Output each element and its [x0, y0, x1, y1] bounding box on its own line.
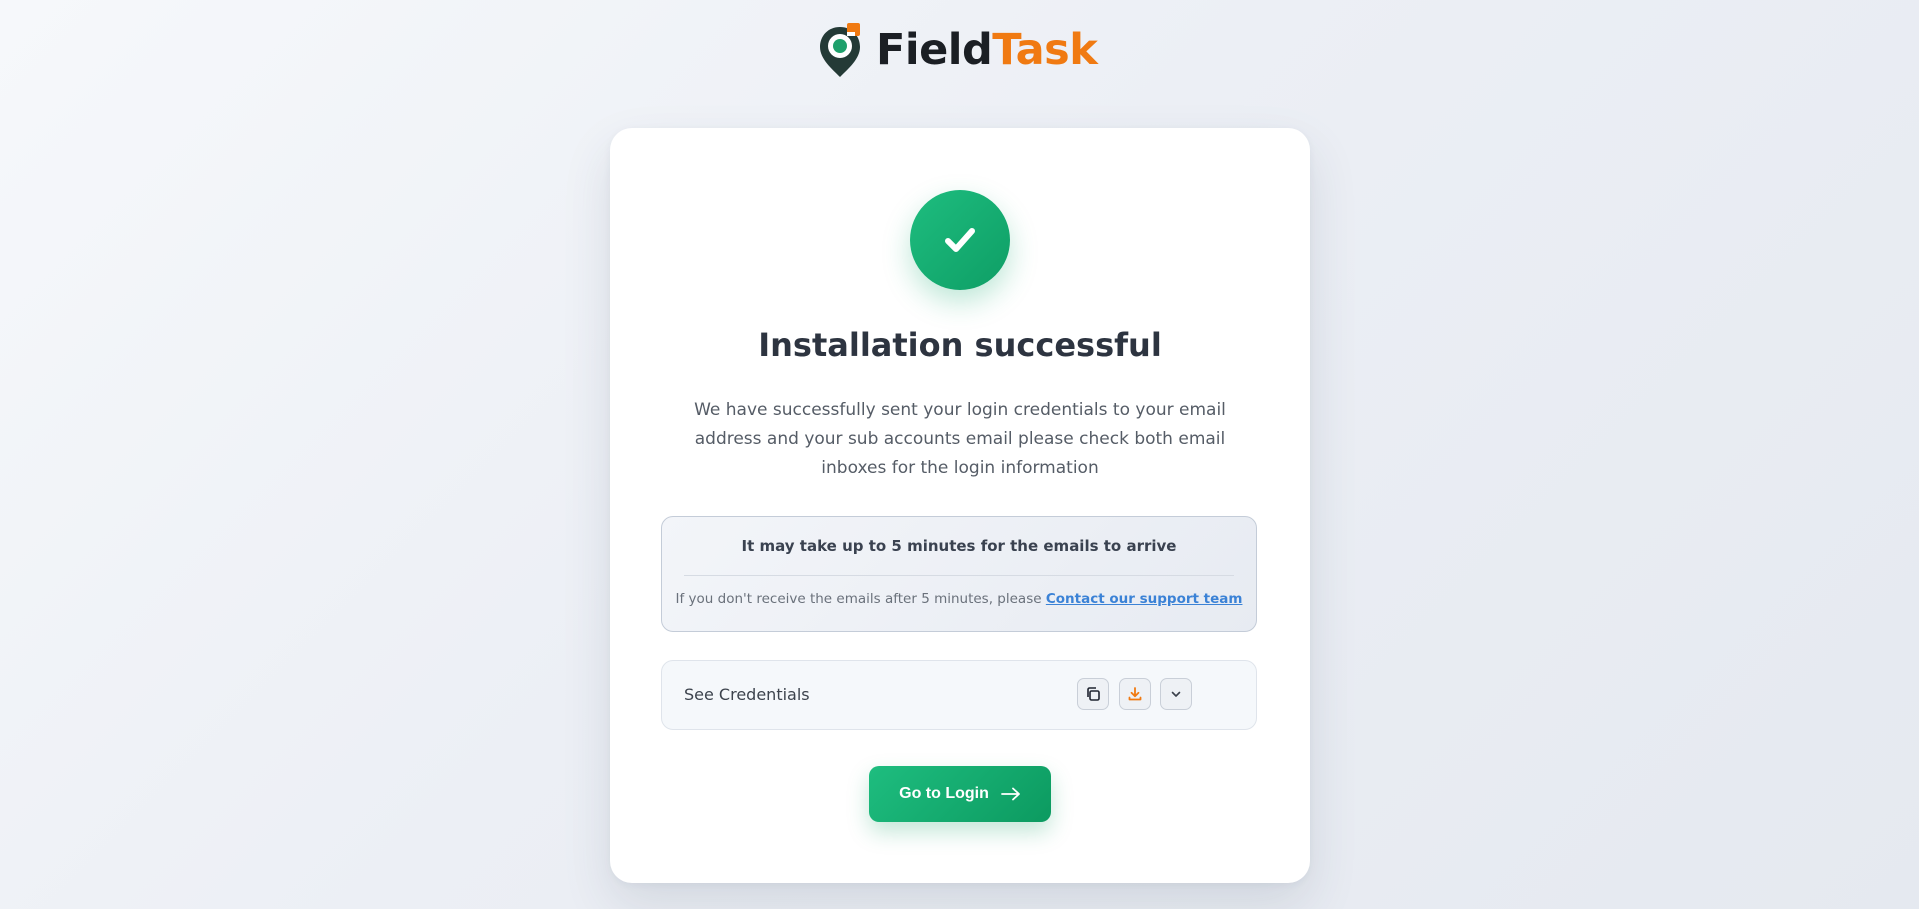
page-title: Installation successful — [758, 326, 1162, 364]
map-pin-logo-icon — [820, 23, 860, 77]
contact-support-link[interactable]: Contact our support team — [1046, 591, 1243, 607]
email-delay-notice: It may take up to 5 minutes for the emai… — [661, 516, 1257, 632]
chevron-down-icon — [1171, 691, 1181, 697]
go-to-login-label: Go to Login — [899, 785, 989, 802]
notice-divider — [684, 575, 1234, 576]
go-to-login-button[interactable]: Go to Login — [869, 766, 1051, 822]
success-card: Installation successful We have successf… — [610, 128, 1310, 883]
download-credentials-button[interactable] — [1119, 678, 1151, 710]
copy-credentials-button[interactable] — [1077, 678, 1109, 710]
expand-credentials-button[interactable] — [1160, 678, 1192, 710]
success-badge — [910, 190, 1010, 290]
brand-logo: FieldTask — [818, 20, 1098, 80]
credentials-panel[interactable]: See Credentials — [661, 660, 1257, 730]
brand-name-part2: Task — [992, 24, 1098, 75]
notice-subtext: If you don't receive the emails after 5 … — [662, 591, 1256, 607]
see-credentials-label: See Credentials — [684, 685, 810, 704]
notice-headline: It may take up to 5 minutes for the emai… — [741, 537, 1177, 555]
copy-icon — [1087, 687, 1100, 701]
notice-subtext-text: If you don't receive the emails after 5 … — [675, 591, 1042, 607]
brand-name: FieldTask — [876, 28, 1098, 72]
success-message: We have successfully sent your login cre… — [694, 400, 1226, 478]
brand-name-part1: Field — [876, 24, 993, 75]
download-icon — [1128, 687, 1142, 701]
check-icon — [945, 228, 975, 252]
arrow-right-icon — [1000, 787, 1020, 801]
